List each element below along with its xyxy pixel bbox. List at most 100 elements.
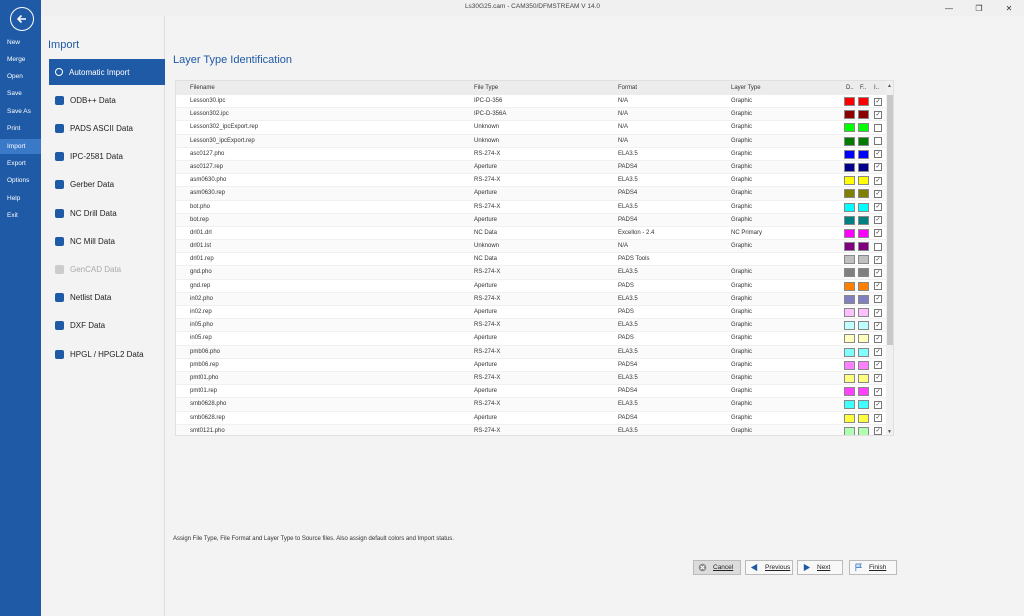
close-button[interactable]: ✕ xyxy=(994,0,1024,16)
import-item-gear[interactable]: Automatic Import xyxy=(49,59,165,85)
import-checkbox[interactable]: ✓ xyxy=(874,374,882,383)
import-item-drill[interactable]: NC Drill Data xyxy=(49,200,165,226)
col-draw-color[interactable]: D.. xyxy=(846,85,854,91)
import-checkbox[interactable]: ✓ xyxy=(874,216,882,225)
flash-color-swatch[interactable] xyxy=(858,387,869,397)
flash-color-swatch[interactable] xyxy=(858,149,869,159)
flash-color-swatch[interactable] xyxy=(858,189,869,199)
import-checkbox[interactable]: ✓ xyxy=(874,203,882,211)
table-row[interactable]: smb0628.pho RS-274-X ELA3.5 Graphic ✓ xyxy=(176,398,886,412)
draw-color-swatch[interactable] xyxy=(844,347,855,357)
import-checkbox[interactable] xyxy=(874,137,882,146)
flash-color-swatch[interactable] xyxy=(858,281,869,291)
import-checkbox[interactable]: ✓ xyxy=(874,150,882,159)
flash-color-swatch[interactable] xyxy=(858,136,869,146)
nav-item-open[interactable]: Open xyxy=(0,69,41,84)
import-item-ipc[interactable]: IPC-2581 Data xyxy=(49,144,165,170)
import-checkbox[interactable]: ✓ xyxy=(874,334,882,343)
flash-color-swatch[interactable] xyxy=(858,321,869,331)
col-import[interactable]: I.. xyxy=(874,85,879,91)
nav-item-import[interactable]: Import xyxy=(0,139,41,154)
table-row[interactable]: Lesson30_ipcExport.rep Unknown N/A Graphic xyxy=(176,134,886,148)
import-checkbox[interactable] xyxy=(874,123,882,132)
draw-color-swatch[interactable] xyxy=(844,426,855,435)
nav-item-help[interactable]: Help xyxy=(0,191,41,206)
table-row[interactable]: pmb06.rep Aperture PADS4 Graphic ✓ xyxy=(176,359,886,372)
nav-item-new[interactable]: New xyxy=(0,35,41,50)
table-row[interactable]: bot.rep Aperture PADS4 Graphic ✓ xyxy=(176,213,886,227)
flash-color-swatch[interactable] xyxy=(858,215,869,225)
draw-color-swatch[interactable] xyxy=(844,334,855,344)
import-checkbox[interactable]: ✓ xyxy=(874,414,882,422)
nav-item-export[interactable]: Export xyxy=(0,156,41,171)
import-checkbox[interactable]: ✓ xyxy=(874,295,882,304)
draw-color-swatch[interactable] xyxy=(844,281,855,291)
draw-color-swatch[interactable] xyxy=(844,242,855,252)
nav-item-save[interactable]: Save xyxy=(0,86,41,101)
flash-color-swatch[interactable] xyxy=(858,176,869,186)
flash-color-swatch[interactable] xyxy=(858,110,869,120)
flash-color-swatch[interactable] xyxy=(858,400,869,410)
import-item-pads[interactable]: PADS ASCII Data xyxy=(49,115,165,141)
import-checkbox[interactable]: ✓ xyxy=(874,321,882,330)
draw-color-swatch[interactable] xyxy=(844,321,855,331)
table-row[interactable]: Lesson302_ipcExport.rep Unknown N/A Graphic xyxy=(176,121,886,135)
table-row[interactable]: smt0121.pho RS-274-X ELA3.5 Graphic ✓ xyxy=(176,424,886,435)
flash-color-swatch[interactable] xyxy=(858,413,869,423)
draw-color-swatch[interactable] xyxy=(844,373,855,383)
import-checkbox[interactable]: ✓ xyxy=(874,176,882,185)
import-checkbox[interactable]: ✓ xyxy=(874,229,882,238)
restore-button[interactable]: ❐ xyxy=(964,0,994,16)
import-checkbox[interactable]: ✓ xyxy=(874,110,882,119)
flash-color-swatch[interactable] xyxy=(858,373,869,383)
import-checkbox[interactable]: ✓ xyxy=(874,282,882,291)
table-row[interactable]: drl01.rep NC Data PADS Tools ✓ xyxy=(176,253,886,267)
draw-color-swatch[interactable] xyxy=(844,387,855,397)
flash-color-swatch[interactable] xyxy=(858,426,869,435)
import-item-odb[interactable]: ODB++ Data xyxy=(49,87,165,113)
import-checkbox[interactable]: ✓ xyxy=(874,308,882,317)
draw-color-swatch[interactable] xyxy=(844,360,855,370)
table-row[interactable]: asm0630.pho RS-274-X ELA3.5 Graphic ✓ xyxy=(176,174,886,188)
import-checkbox[interactable]: ✓ xyxy=(874,427,882,435)
draw-color-swatch[interactable] xyxy=(844,413,855,423)
table-row[interactable]: Lesson302.ipc IPC-D-356A N/A Graphic ✓ xyxy=(176,108,886,122)
previous-button[interactable]: Previous xyxy=(745,560,793,575)
draw-color-swatch[interactable] xyxy=(844,149,855,159)
draw-color-swatch[interactable] xyxy=(844,268,855,278)
col-filetype[interactable]: File Type xyxy=(474,85,498,91)
import-checkbox[interactable]: ✓ xyxy=(874,163,882,172)
table-row[interactable]: smb0628.rep Aperture PADS4 Graphic ✓ xyxy=(176,412,886,425)
col-format[interactable]: Format xyxy=(618,85,637,91)
import-checkbox[interactable]: ✓ xyxy=(874,189,882,198)
cancel-button[interactable]: Cancel xyxy=(693,560,741,575)
next-button[interactable]: Next xyxy=(797,560,843,575)
scroll-up-icon[interactable]: ▲ xyxy=(887,83,892,89)
flash-color-swatch[interactable] xyxy=(858,308,869,317)
import-checkbox[interactable]: ✓ xyxy=(874,387,882,396)
flash-color-swatch[interactable] xyxy=(858,294,869,304)
draw-color-swatch[interactable] xyxy=(844,97,855,106)
draw-color-swatch[interactable] xyxy=(844,308,855,317)
import-checkbox[interactable]: ✓ xyxy=(874,361,882,370)
table-row[interactable]: gnd.rep Aperture PADS Graphic ✓ xyxy=(176,280,886,293)
table-row[interactable]: in02.pho RS-274-X ELA3.5 Graphic ✓ xyxy=(176,292,886,306)
flash-color-swatch[interactable] xyxy=(858,242,869,252)
draw-color-swatch[interactable] xyxy=(844,136,855,146)
draw-color-swatch[interactable] xyxy=(844,215,855,225)
table-row[interactable]: bot.pho RS-274-X ELA3.5 Graphic ✓ xyxy=(176,201,886,214)
flash-color-swatch[interactable] xyxy=(858,162,869,172)
draw-color-swatch[interactable] xyxy=(844,162,855,172)
table-row[interactable]: asc0127.pho RS-274-X ELA3.5 Graphic ✓ xyxy=(176,148,886,161)
import-item-dxf[interactable]: DXF Data xyxy=(49,313,165,339)
flash-color-swatch[interactable] xyxy=(858,255,869,265)
back-button[interactable] xyxy=(10,7,34,31)
table-row[interactable]: asc0127.rep Aperture PADS4 Graphic ✓ xyxy=(176,160,886,175)
nav-item-merge[interactable]: Merge xyxy=(0,52,41,67)
table-row[interactable]: in05.rep Aperture PADS Graphic ✓ xyxy=(176,332,886,346)
grid-scrollbar[interactable]: ▲ ▼ xyxy=(886,81,893,435)
flash-color-swatch[interactable] xyxy=(858,228,869,238)
draw-color-swatch[interactable] xyxy=(844,294,855,304)
import-checkbox[interactable] xyxy=(874,242,882,251)
draw-color-swatch[interactable] xyxy=(844,400,855,410)
